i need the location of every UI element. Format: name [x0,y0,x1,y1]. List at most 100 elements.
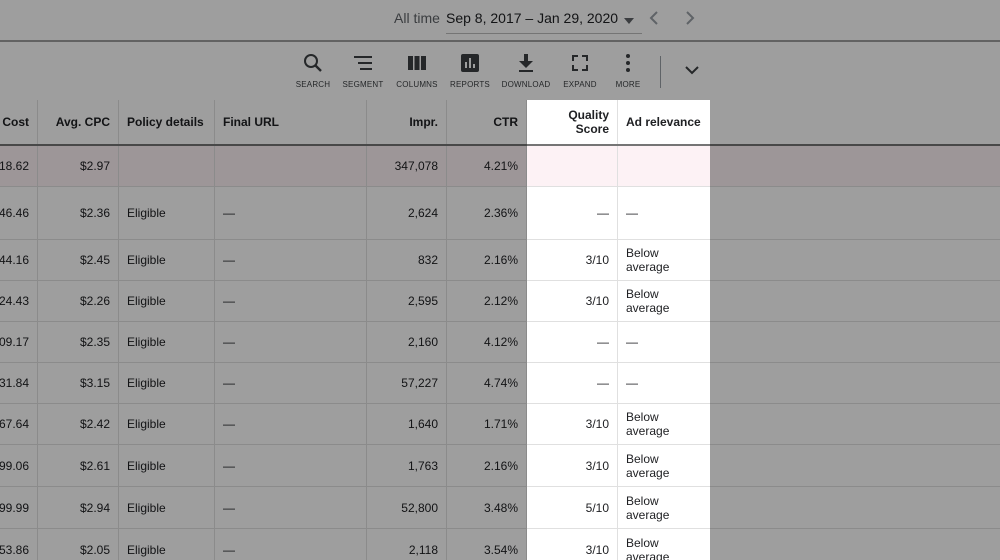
cell-quality-score: 3/10 [527,529,618,560]
download-button[interactable]: DOWNLOAD [496,52,556,89]
cell-final-url: — [215,363,367,403]
table-header-row: Cost Avg. CPC Policy details Final URL I… [0,100,1000,146]
cell-policy: Eligible [119,404,215,444]
cell-quality-score: 5/10 [527,487,618,528]
cell-ad-relevance: Below average [618,404,710,444]
cell-final-url: — [215,487,367,528]
header-quality-score[interactable]: Quality Score [527,100,618,144]
expand-icon [572,55,588,71]
cell-avg-cpc: $2.94 [38,487,119,528]
total-url [215,146,367,186]
cell-filler [710,404,1000,444]
caret-down-icon[interactable] [622,13,636,31]
cell-ad-relevance: Below average [618,240,710,280]
table-row[interactable]: 24.43 $2.26 Eligible — 2,595 2.12% 3/10 … [0,281,1000,322]
cell-avg-cpc: $2.45 [38,240,119,280]
cell-avg-cpc: $2.26 [38,281,119,321]
cell-impr: 832 [367,240,447,280]
cell-cost: 09.17 [0,322,38,362]
cell-ctr: 1.71% [447,404,527,444]
cell-ctr: 2.36% [447,187,527,239]
cell-avg-cpc: $2.35 [38,322,119,362]
table-row[interactable]: 67.64 $2.42 Eligible — 1,640 1.71% 3/10 … [0,404,1000,445]
header-avg-cpc[interactable]: Avg. CPC [38,100,119,144]
ad-relevance-line2: average [626,424,670,438]
cell-final-url: — [215,322,367,362]
cell-cost: 67.64 [0,404,38,444]
cell-final-url: — [215,240,367,280]
cell-quality-score: 3/10 [527,445,618,486]
cell-ad-relevance: — [618,187,710,239]
table-row[interactable]: 46.46 $2.36 Eligible — 2,624 2.36% — — [0,187,1000,240]
cell-policy: Eligible [119,363,215,403]
total-ctr: 4.21% [447,146,527,186]
date-range-underline [446,33,642,34]
chevron-left-icon[interactable] [646,9,664,32]
cell-impr: 57,227 [367,363,447,403]
date-range-label: All time [394,10,440,26]
cell-impr: 52,800 [367,487,447,528]
total-quality-score [527,146,618,186]
segment-icon [354,56,372,70]
table-total-row: 18.62 $2.97 347,078 4.21% [0,146,1000,187]
cell-impr: 2,160 [367,322,447,362]
cell-final-url: — [215,445,367,486]
chevron-right-icon[interactable] [680,9,698,32]
reports-button[interactable]: REPORTS [440,52,500,89]
cell-final-url: — [215,404,367,444]
cell-filler [710,445,1000,486]
download-label: DOWNLOAD [501,80,551,89]
table-row[interactable]: 99.06 $2.61 Eligible — 1,763 2.16% 3/10 … [0,445,1000,487]
cell-policy: Eligible [119,322,215,362]
cell-quality-score: 3/10 [527,240,618,280]
cell-ad-relevance: Below average [618,445,710,486]
total-cost: 18.62 [0,146,38,186]
columns-label: COLUMNS [396,80,438,89]
date-range-bar: All time Sep 8, 2017 – Jan 29, 2020 [0,0,1000,42]
cell-ctr: 2.12% [447,281,527,321]
header-impr[interactable]: Impr. [367,100,447,144]
cell-ad-relevance: — [618,322,710,362]
ad-relevance-line1: Below [626,493,659,508]
ad-relevance-line1: Below [626,246,659,260]
table-row[interactable]: 53.86 $2.05 Eligible — 2,118 3.54% 3/10 … [0,529,1000,560]
table-row[interactable]: 44.16 $2.45 Eligible — 832 2.16% 3/10 Be… [0,240,1000,281]
date-range-selector[interactable]: Sep 8, 2017 – Jan 29, 2020 [446,10,618,26]
ad-relevance-line2: average [626,301,670,315]
total-impr: 347,078 [367,146,447,186]
more-label: MORE [615,80,641,89]
segment-button[interactable]: SEGMENT [333,52,393,89]
header-ad-relevance[interactable]: Ad relevance [618,100,710,144]
more-vert-icon [626,54,630,72]
ad-relevance-line2: average [626,549,670,560]
columns-button[interactable]: COLUMNS [387,52,447,89]
header-filler [710,100,1000,144]
cell-cost: 99.06 [0,445,38,486]
chevron-down-icon[interactable] [682,60,702,85]
ad-relevance-line1: Below [626,287,659,301]
cell-filler [710,529,1000,560]
header-ctr[interactable]: CTR [447,100,527,144]
header-cost[interactable]: Cost [0,100,38,144]
download-icon [519,54,533,72]
cell-cost: 31.84 [0,363,38,403]
cell-filler [710,322,1000,362]
table-row[interactable]: 99.99 $2.94 Eligible — 52,800 3.48% 5/10… [0,487,1000,529]
header-policy-details[interactable]: Policy details [119,100,215,144]
cell-avg-cpc: $3.15 [38,363,119,403]
cell-ad-relevance: Below average [618,281,710,321]
cell-avg-cpc: $2.05 [38,529,119,560]
total-policy [119,146,215,186]
header-final-url[interactable]: Final URL [215,100,367,144]
table-row[interactable]: 09.17 $2.35 Eligible — 2,160 4.12% — — [0,322,1000,363]
cell-ad-relevance: — [618,363,710,403]
table-toolbar: SEARCH SEGMENT COLUMNS REPORTS DOWNLOAD … [0,44,1000,100]
table-row[interactable]: 31.84 $3.15 Eligible — 57,227 4.74% — — [0,363,1000,404]
cell-quality-score: 3/10 [527,404,618,444]
cell-final-url: — [215,281,367,321]
cell-ctr: 3.48% [447,487,527,528]
ad-relevance-line2: average [626,507,670,522]
total-ad-relevance [618,146,710,186]
cell-final-url: — [215,529,367,560]
more-button[interactable]: MORE [598,52,658,89]
